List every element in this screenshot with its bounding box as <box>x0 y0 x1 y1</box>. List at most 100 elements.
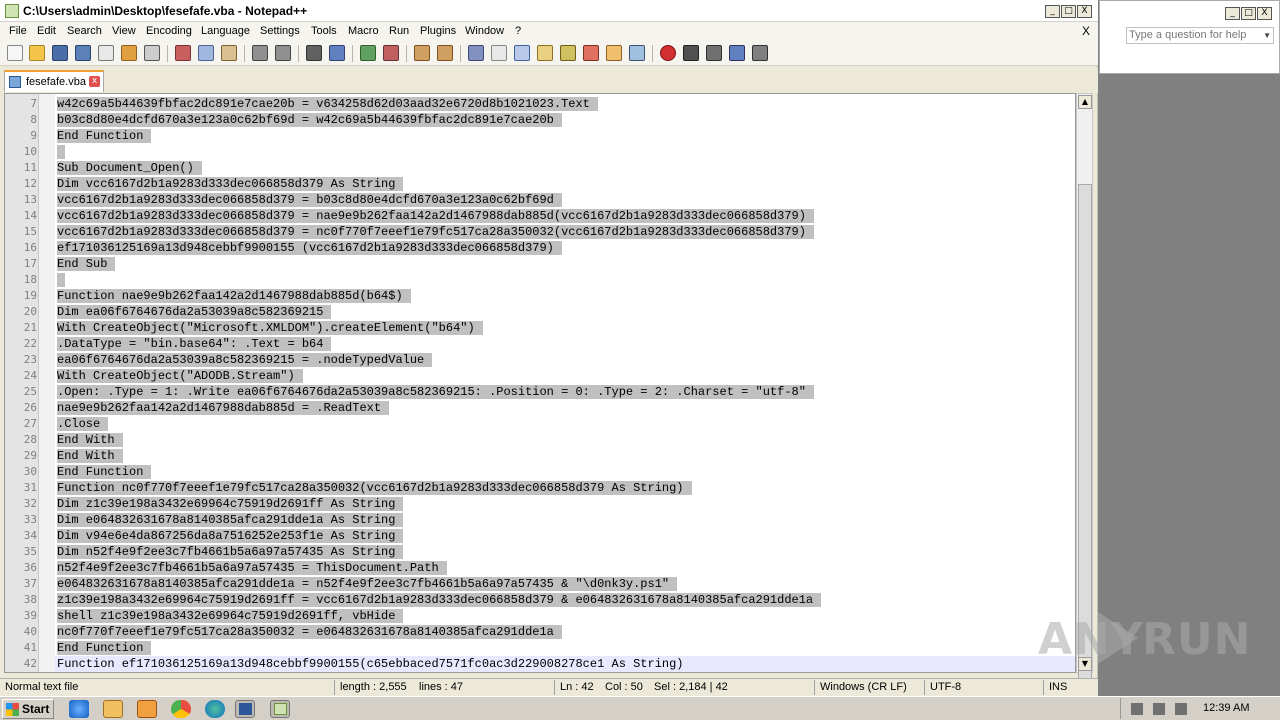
close-all-icon[interactable] <box>121 45 137 61</box>
code-line[interactable]: Dim v94e6e4da867256da8a7516252e253f1e As… <box>57 528 404 544</box>
title-bar[interactable]: C:\Users\admin\Desktop\fesefafe.vba - No… <box>0 0 1098 22</box>
code-line[interactable]: Function ef171036125169a13d948cebbf99001… <box>57 656 692 672</box>
code-line[interactable]: Function nae9e9b262faa142a2d1467988dab88… <box>57 288 411 304</box>
code-line[interactable]: End With <box>57 448 123 464</box>
code-line[interactable]: nc0f770f7eeef1e79fc517ca28a350032 = e064… <box>57 624 562 640</box>
code-line[interactable]: b03c8d80e4dcfd670a3e123a0c62bf69d = w42c… <box>57 112 562 128</box>
ie-icon[interactable] <box>69 700 89 718</box>
close-button[interactable]: X <box>1077 5 1092 18</box>
code-line[interactable]: shell z1c39e198a3432e69964c75919d2691ff,… <box>57 608 404 624</box>
notepadpp-taskbar-item[interactable] <box>270 700 290 718</box>
menu-plugins[interactable]: Plugins <box>420 25 456 37</box>
word-minimize-button[interactable]: _ <box>1225 7 1240 20</box>
word-close-button[interactable]: X <box>1257 7 1272 20</box>
menu-settings[interactable]: Settings <box>260 25 300 37</box>
tab-fesefafe[interactable]: fesefafe.vba x <box>4 70 104 92</box>
code-line[interactable]: Dim vcc6167d2b1a9283d333dec066858d379 As… <box>57 176 404 192</box>
show-all-chars-icon[interactable] <box>491 45 507 61</box>
code-line[interactable] <box>57 272 65 288</box>
chrome-icon[interactable] <box>171 700 191 718</box>
code-line[interactable]: n52f4e9f2ee3c7fb4661b5a6a97a57435 = This… <box>57 560 447 576</box>
paste-icon[interactable] <box>221 45 237 61</box>
monitoring-icon[interactable] <box>629 45 645 61</box>
code-line[interactable]: z1c39e198a3432e69964c75919d2691ff = vcc6… <box>57 592 822 608</box>
dropdown-arrow-icon[interactable]: ▼ <box>1263 28 1271 43</box>
print-icon[interactable] <box>144 45 160 61</box>
sync-vertical-icon[interactable] <box>414 45 430 61</box>
sync-horizontal-icon[interactable] <box>437 45 453 61</box>
start-button[interactable]: Start <box>2 699 54 719</box>
stop-macro-icon[interactable] <box>683 45 699 61</box>
code-line[interactable]: ef171036125169a13d948cebbf9900155 (vcc61… <box>57 240 562 256</box>
save-macro-icon[interactable] <box>752 45 768 61</box>
code-line[interactable]: ea06f6764676da2a53039a8c582369215 = .nod… <box>57 352 433 368</box>
menu-view[interactable]: View <box>112 25 136 37</box>
code-line[interactable]: Dim e064832631678a8140385afca291dde1a As… <box>57 512 404 528</box>
doc-map-icon[interactable] <box>560 45 576 61</box>
function-list-icon[interactable] <box>583 45 599 61</box>
maximize-button[interactable]: □ <box>1061 5 1076 18</box>
replace-icon[interactable] <box>329 45 345 61</box>
code-line[interactable]: vcc6167d2b1a9283d333dec066858d379 = b03c… <box>57 192 562 208</box>
code-line[interactable]: nae9e9b262faa142a2d1467988dab885d = .Rea… <box>57 400 390 416</box>
word-maximize-button[interactable]: □ <box>1241 7 1256 20</box>
network-icon[interactable] <box>1153 703 1165 715</box>
zoom-out-icon[interactable] <box>383 45 399 61</box>
code-line[interactable]: End Function <box>57 464 152 480</box>
code-line[interactable]: End Function <box>57 640 152 656</box>
indent-guide-icon[interactable] <box>514 45 530 61</box>
explorer-icon[interactable] <box>103 700 123 718</box>
code-line[interactable]: Sub Document_Open() <box>57 160 202 176</box>
run-macro-multiple-icon[interactable] <box>729 45 745 61</box>
code-line[interactable]: Dim z1c39e198a3432e69964c75919d2691ff As… <box>57 496 404 512</box>
minimize-button[interactable]: _ <box>1045 5 1060 18</box>
menu-window[interactable]: Window <box>465 25 504 37</box>
code-line[interactable]: vcc6167d2b1a9283d333dec066858d379 = nae9… <box>57 208 814 224</box>
code-line[interactable]: With CreateObject("ADODB.Stream") <box>57 368 303 384</box>
copy-icon[interactable] <box>198 45 214 61</box>
record-macro-icon[interactable] <box>660 45 676 61</box>
code-line[interactable]: vcc6167d2b1a9283d333dec066858d379 = nc0f… <box>57 224 814 240</box>
code-line[interactable]: With CreateObject("Microsoft.XMLDOM").cr… <box>57 320 483 336</box>
menu-encoding[interactable]: Encoding <box>146 25 192 37</box>
tab-close-icon[interactable]: x <box>89 76 100 87</box>
code-line[interactable] <box>57 144 65 160</box>
code-line[interactable]: End Sub <box>57 256 116 272</box>
menu-edit[interactable]: Edit <box>37 25 56 37</box>
code-line[interactable]: End Function <box>57 128 152 144</box>
word-taskbar-item[interactable] <box>235 700 255 718</box>
new-file-icon[interactable] <box>7 45 23 61</box>
code-line[interactable]: w42c69a5b44639fbfac2dc891e7cae20b = v634… <box>57 96 598 112</box>
word-wrap-icon[interactable] <box>468 45 484 61</box>
udl-icon[interactable] <box>537 45 553 61</box>
code-editor[interactable]: 7 8 9 10 11 12 13 14 15 16 17 18 19 20 21 22 23 24 25 26 27 2… <box>4 93 1076 673</box>
code-line[interactable]: End With <box>57 432 123 448</box>
code-line[interactable]: .Open: .Type = 1: .Write ea06f6764676da2… <box>57 384 814 400</box>
play-macro-icon[interactable] <box>706 45 722 61</box>
code-line[interactable]: Dim ea06f6764676da2a53039a8c582369215 <box>57 304 332 320</box>
open-file-icon[interactable] <box>29 45 45 61</box>
menu-language[interactable]: Language <box>201 25 250 37</box>
folder-workspace-icon[interactable] <box>606 45 622 61</box>
code-line[interactable]: e064832631678a8140385afca291dde1a = n52f… <box>57 576 678 592</box>
cut-icon[interactable] <box>175 45 191 61</box>
edge-icon[interactable] <box>205 700 225 718</box>
close-file-icon[interactable] <box>98 45 114 61</box>
volume-icon[interactable] <box>1131 703 1143 715</box>
ask-question-input[interactable]: Type a question for help ▼ <box>1126 27 1274 44</box>
code-line[interactable]: .Close <box>57 416 109 432</box>
vertical-scrollbar[interactable]: ▲ ▼ <box>1076 93 1093 689</box>
save-all-icon[interactable] <box>75 45 91 61</box>
code-line[interactable]: Dim n52f4e9f2ee3c7fb4661b5a6a97a57435 As… <box>57 544 404 560</box>
media-player-icon[interactable] <box>137 700 157 718</box>
menu-run[interactable]: Run <box>389 25 409 37</box>
code-line[interactable]: .DataType = "bin.base64": .Text = b64 <box>57 336 332 352</box>
menu-file[interactable]: File <box>9 25 27 37</box>
undo-icon[interactable] <box>252 45 268 61</box>
find-icon[interactable] <box>306 45 322 61</box>
code-line[interactable]: Function nc0f770f7eeef1e79fc517ca28a3500… <box>57 480 692 496</box>
zoom-in-icon[interactable] <box>360 45 376 61</box>
menu-macro[interactable]: Macro <box>348 25 379 37</box>
flag-icon[interactable] <box>1175 703 1187 715</box>
menu-tools[interactable]: Tools <box>311 25 337 37</box>
